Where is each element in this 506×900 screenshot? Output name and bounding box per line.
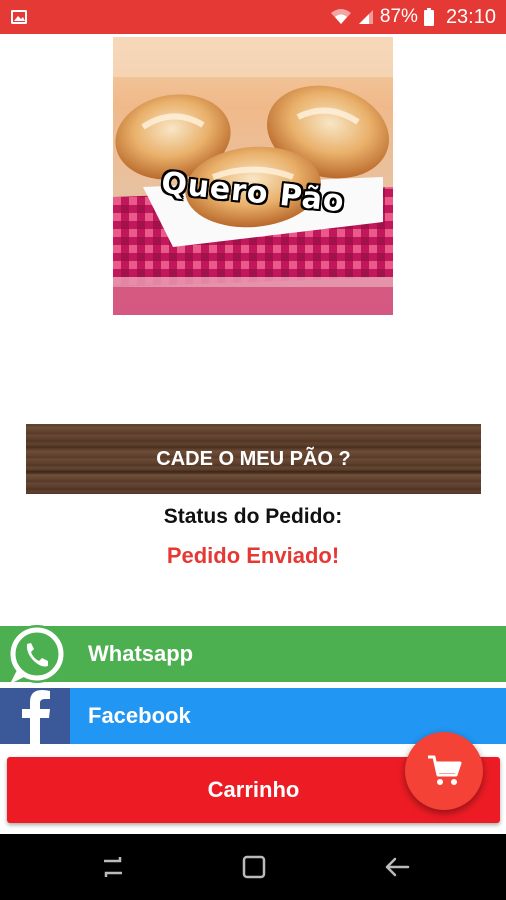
battery-icon [423,8,434,26]
cart-fab[interactable] [405,732,483,810]
cart-icon [428,755,462,785]
back-icon[interactable] [382,852,412,882]
order-status-value: Pedido Enviado! [166,543,340,568]
facebook-icon [0,688,70,744]
wood-header: CADE O MEU PÃO ? [26,424,481,494]
gallery-notification-icon [11,10,27,24]
banner-image: Quero Pão [113,37,393,315]
clock: 23:10 [445,5,496,28]
navigation-bar [0,834,506,900]
signal-icon [358,10,373,24]
recent-apps-icon[interactable] [98,852,128,882]
order-status-title: Status do Pedido: [163,505,343,528]
cart-button-label: Carrinho [207,777,300,802]
wood-header-label: CADE O MEU PÃO ? [156,447,351,470]
whatsapp-label: Whatsapp [88,641,194,666]
facebook-label: Facebook [88,703,191,728]
status-bar: 87% 23:10 [0,0,506,34]
whatsapp-icon [8,625,66,684]
wifi-icon [330,9,351,24]
battery-percent: 87% [379,6,418,27]
home-icon[interactable] [239,852,269,882]
whatsapp-button[interactable]: Whatsapp [0,625,506,684]
